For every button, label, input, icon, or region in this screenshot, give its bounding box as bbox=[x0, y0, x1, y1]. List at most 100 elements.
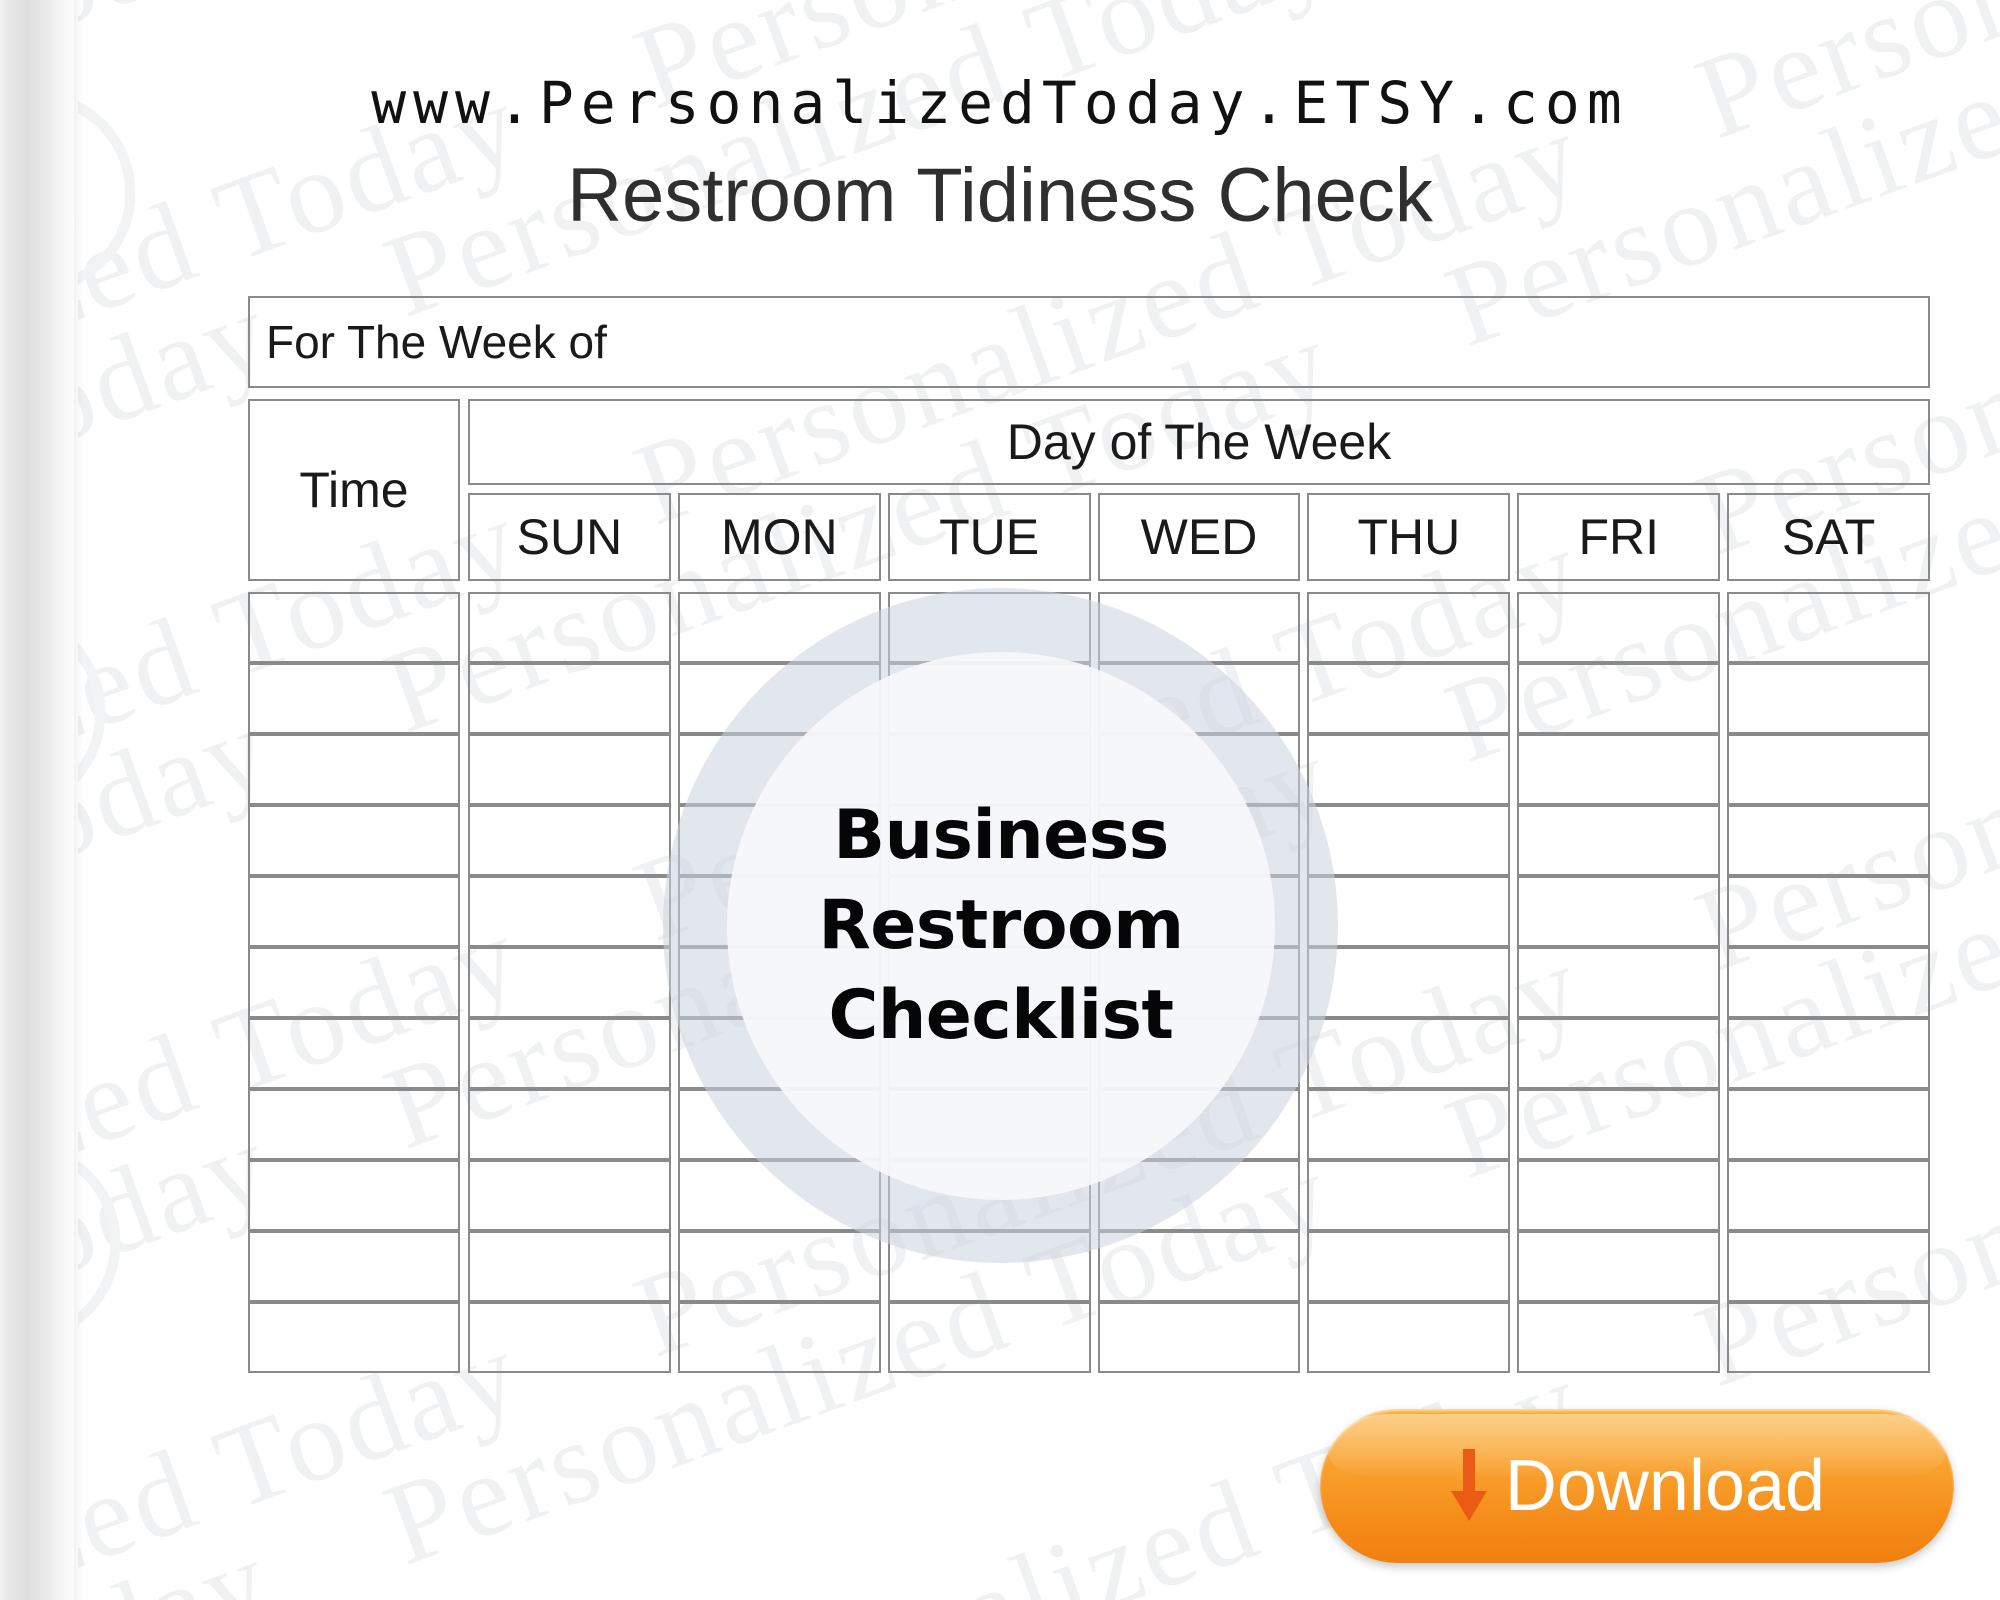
day-cell-fri[interactable] bbox=[1517, 1160, 1721, 1231]
day-cell-thu[interactable] bbox=[1307, 592, 1511, 663]
time-cell[interactable] bbox=[248, 1089, 460, 1160]
day-of-week-header: Day of The Week bbox=[468, 399, 1930, 485]
day-cell-thu[interactable] bbox=[1307, 947, 1511, 1018]
column-gap bbox=[460, 1018, 468, 1089]
day-cell-sun[interactable] bbox=[468, 876, 671, 947]
day-cell-fri[interactable] bbox=[1517, 1231, 1721, 1302]
day-cell-sat[interactable] bbox=[1727, 1160, 1931, 1231]
column-gap bbox=[460, 1302, 468, 1373]
time-cell[interactable] bbox=[248, 663, 460, 734]
day-cell-fri[interactable] bbox=[1517, 1018, 1721, 1089]
day-cell-fri[interactable] bbox=[1517, 876, 1721, 947]
day-cell-fri[interactable] bbox=[1517, 805, 1721, 876]
column-gap bbox=[460, 876, 468, 947]
time-cell[interactable] bbox=[248, 592, 460, 663]
badge-line-1: Business bbox=[833, 796, 1169, 876]
time-cell[interactable] bbox=[248, 1302, 460, 1373]
time-cell[interactable] bbox=[248, 947, 460, 1018]
day-header-sun: SUN bbox=[468, 493, 671, 581]
table-row bbox=[248, 1231, 1931, 1302]
download-button[interactable]: Download bbox=[1320, 1409, 1954, 1563]
day-cell-sat[interactable] bbox=[1727, 1089, 1931, 1160]
day-cell-sat[interactable] bbox=[1727, 1018, 1931, 1089]
day-cell-sat[interactable] bbox=[1727, 734, 1931, 805]
column-gap bbox=[460, 947, 468, 1018]
day-cell-sat[interactable] bbox=[1727, 592, 1931, 663]
time-cell[interactable] bbox=[248, 1018, 460, 1089]
day-header-sat: SAT bbox=[1727, 493, 1931, 581]
time-cell[interactable] bbox=[248, 1160, 460, 1231]
download-button-content: Download bbox=[1449, 1447, 1825, 1525]
badge-line-2: Restroom bbox=[818, 886, 1184, 966]
day-cell-thu[interactable] bbox=[1307, 805, 1511, 876]
day-cell-fri[interactable] bbox=[1517, 663, 1721, 734]
day-cell-wed[interactable] bbox=[1097, 1231, 1301, 1302]
day-cell-fri[interactable] bbox=[1517, 1089, 1721, 1160]
day-cell-group bbox=[468, 1302, 1931, 1373]
day-header-wed: WED bbox=[1097, 493, 1301, 581]
day-cell-thu[interactable] bbox=[1307, 734, 1511, 805]
day-cell-sat[interactable] bbox=[1727, 1231, 1931, 1302]
day-cell-sun[interactable] bbox=[468, 734, 671, 805]
day-cell-group bbox=[468, 1160, 1931, 1231]
day-cell-mon[interactable] bbox=[677, 1231, 881, 1302]
column-gap bbox=[460, 1231, 468, 1302]
day-cell-sun[interactable] bbox=[468, 592, 671, 663]
day-cell-thu[interactable] bbox=[1307, 663, 1511, 734]
day-cell-sun[interactable] bbox=[468, 805, 671, 876]
day-cell-sun[interactable] bbox=[468, 1231, 671, 1302]
time-cell[interactable] bbox=[248, 734, 460, 805]
column-gap bbox=[460, 663, 468, 734]
page-title: Restroom Tidiness Check bbox=[567, 153, 1433, 238]
day-cell-fri[interactable] bbox=[1517, 592, 1721, 663]
time-cell[interactable] bbox=[248, 805, 460, 876]
day-cell-mon[interactable] bbox=[677, 1302, 881, 1373]
day-cell-sat[interactable] bbox=[1727, 947, 1931, 1018]
time-cell[interactable] bbox=[248, 1231, 460, 1302]
download-button-label: Download bbox=[1504, 1446, 1826, 1526]
day-cell-thu[interactable] bbox=[1307, 1160, 1511, 1231]
day-abbreviation-row: SUN MON TUE WED THU FRI SAT bbox=[468, 493, 1931, 581]
badge-label: Business Restroom Checklist bbox=[727, 652, 1275, 1200]
table-header-band: Time Day of The Week SUN MON TUE WED THU FRI S… bbox=[248, 399, 1931, 581]
day-cell-group bbox=[468, 663, 1931, 734]
day-header-mon: MON bbox=[677, 493, 881, 581]
day-cell-tue[interactable] bbox=[887, 1231, 1091, 1302]
page-curl-shadow bbox=[0, 0, 78, 1600]
day-cell-fri[interactable] bbox=[1517, 734, 1721, 805]
day-header-tue: TUE bbox=[887, 493, 1091, 581]
column-gap bbox=[460, 1160, 468, 1231]
day-cell-group bbox=[468, 1231, 1931, 1302]
day-cell-thu[interactable] bbox=[1307, 876, 1511, 947]
day-cell-sat[interactable] bbox=[1727, 1302, 1931, 1373]
day-cell-fri[interactable] bbox=[1517, 1302, 1721, 1373]
day-cell-thu[interactable] bbox=[1307, 1089, 1511, 1160]
day-cell-wed[interactable] bbox=[1097, 1302, 1301, 1373]
day-cell-thu[interactable] bbox=[1307, 1018, 1511, 1089]
day-cell-sat[interactable] bbox=[1727, 876, 1931, 947]
time-cell[interactable] bbox=[248, 876, 460, 947]
day-cell-sun[interactable] bbox=[468, 1089, 671, 1160]
day-cell-mon[interactable] bbox=[677, 592, 881, 663]
day-cell-wed[interactable] bbox=[1097, 1160, 1301, 1231]
day-cell-thu[interactable] bbox=[1307, 1302, 1511, 1373]
day-cell-sun[interactable] bbox=[468, 1302, 671, 1373]
column-gap bbox=[460, 805, 468, 876]
page-curl-edge bbox=[74, 0, 84, 1600]
badge-line-3: Checklist bbox=[828, 975, 1174, 1055]
day-cell-tue[interactable] bbox=[887, 1302, 1091, 1373]
day-cell-wed[interactable] bbox=[1097, 592, 1301, 663]
day-cell-mon[interactable] bbox=[677, 1160, 881, 1231]
day-cell-sun[interactable] bbox=[468, 947, 671, 1018]
day-cell-sun[interactable] bbox=[468, 1160, 671, 1231]
day-cell-fri[interactable] bbox=[1517, 947, 1721, 1018]
day-header-fri: FRI bbox=[1517, 493, 1721, 581]
time-column-header: Time bbox=[248, 399, 460, 581]
week-of-field[interactable]: For The Week of bbox=[248, 296, 1930, 388]
day-cell-thu[interactable] bbox=[1307, 1231, 1511, 1302]
day-cell-sun[interactable] bbox=[468, 663, 671, 734]
day-cell-sat[interactable] bbox=[1727, 663, 1931, 734]
day-cell-sun[interactable] bbox=[468, 1018, 671, 1089]
down-arrow-icon bbox=[1450, 1449, 1487, 1521]
day-cell-sat[interactable] bbox=[1727, 805, 1931, 876]
